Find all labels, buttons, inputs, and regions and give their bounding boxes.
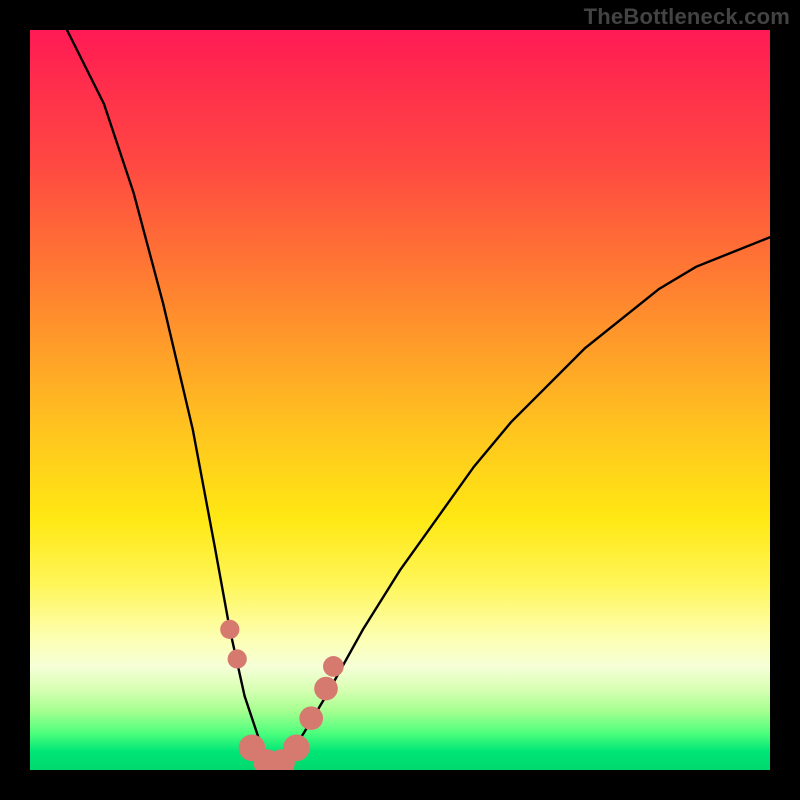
bottleneck-curve-line (67, 30, 770, 770)
trough-marker (228, 649, 247, 668)
trough-marker (283, 734, 310, 761)
chart-stage: TheBottleneck.com (0, 0, 800, 800)
trough-markers-group (220, 620, 344, 770)
curve-svg (30, 30, 770, 770)
trough-marker (323, 656, 344, 677)
trough-marker (299, 706, 323, 730)
watermark-text: TheBottleneck.com (584, 4, 790, 30)
trough-marker (314, 677, 338, 701)
trough-marker (220, 620, 239, 639)
plot-area (30, 30, 770, 770)
